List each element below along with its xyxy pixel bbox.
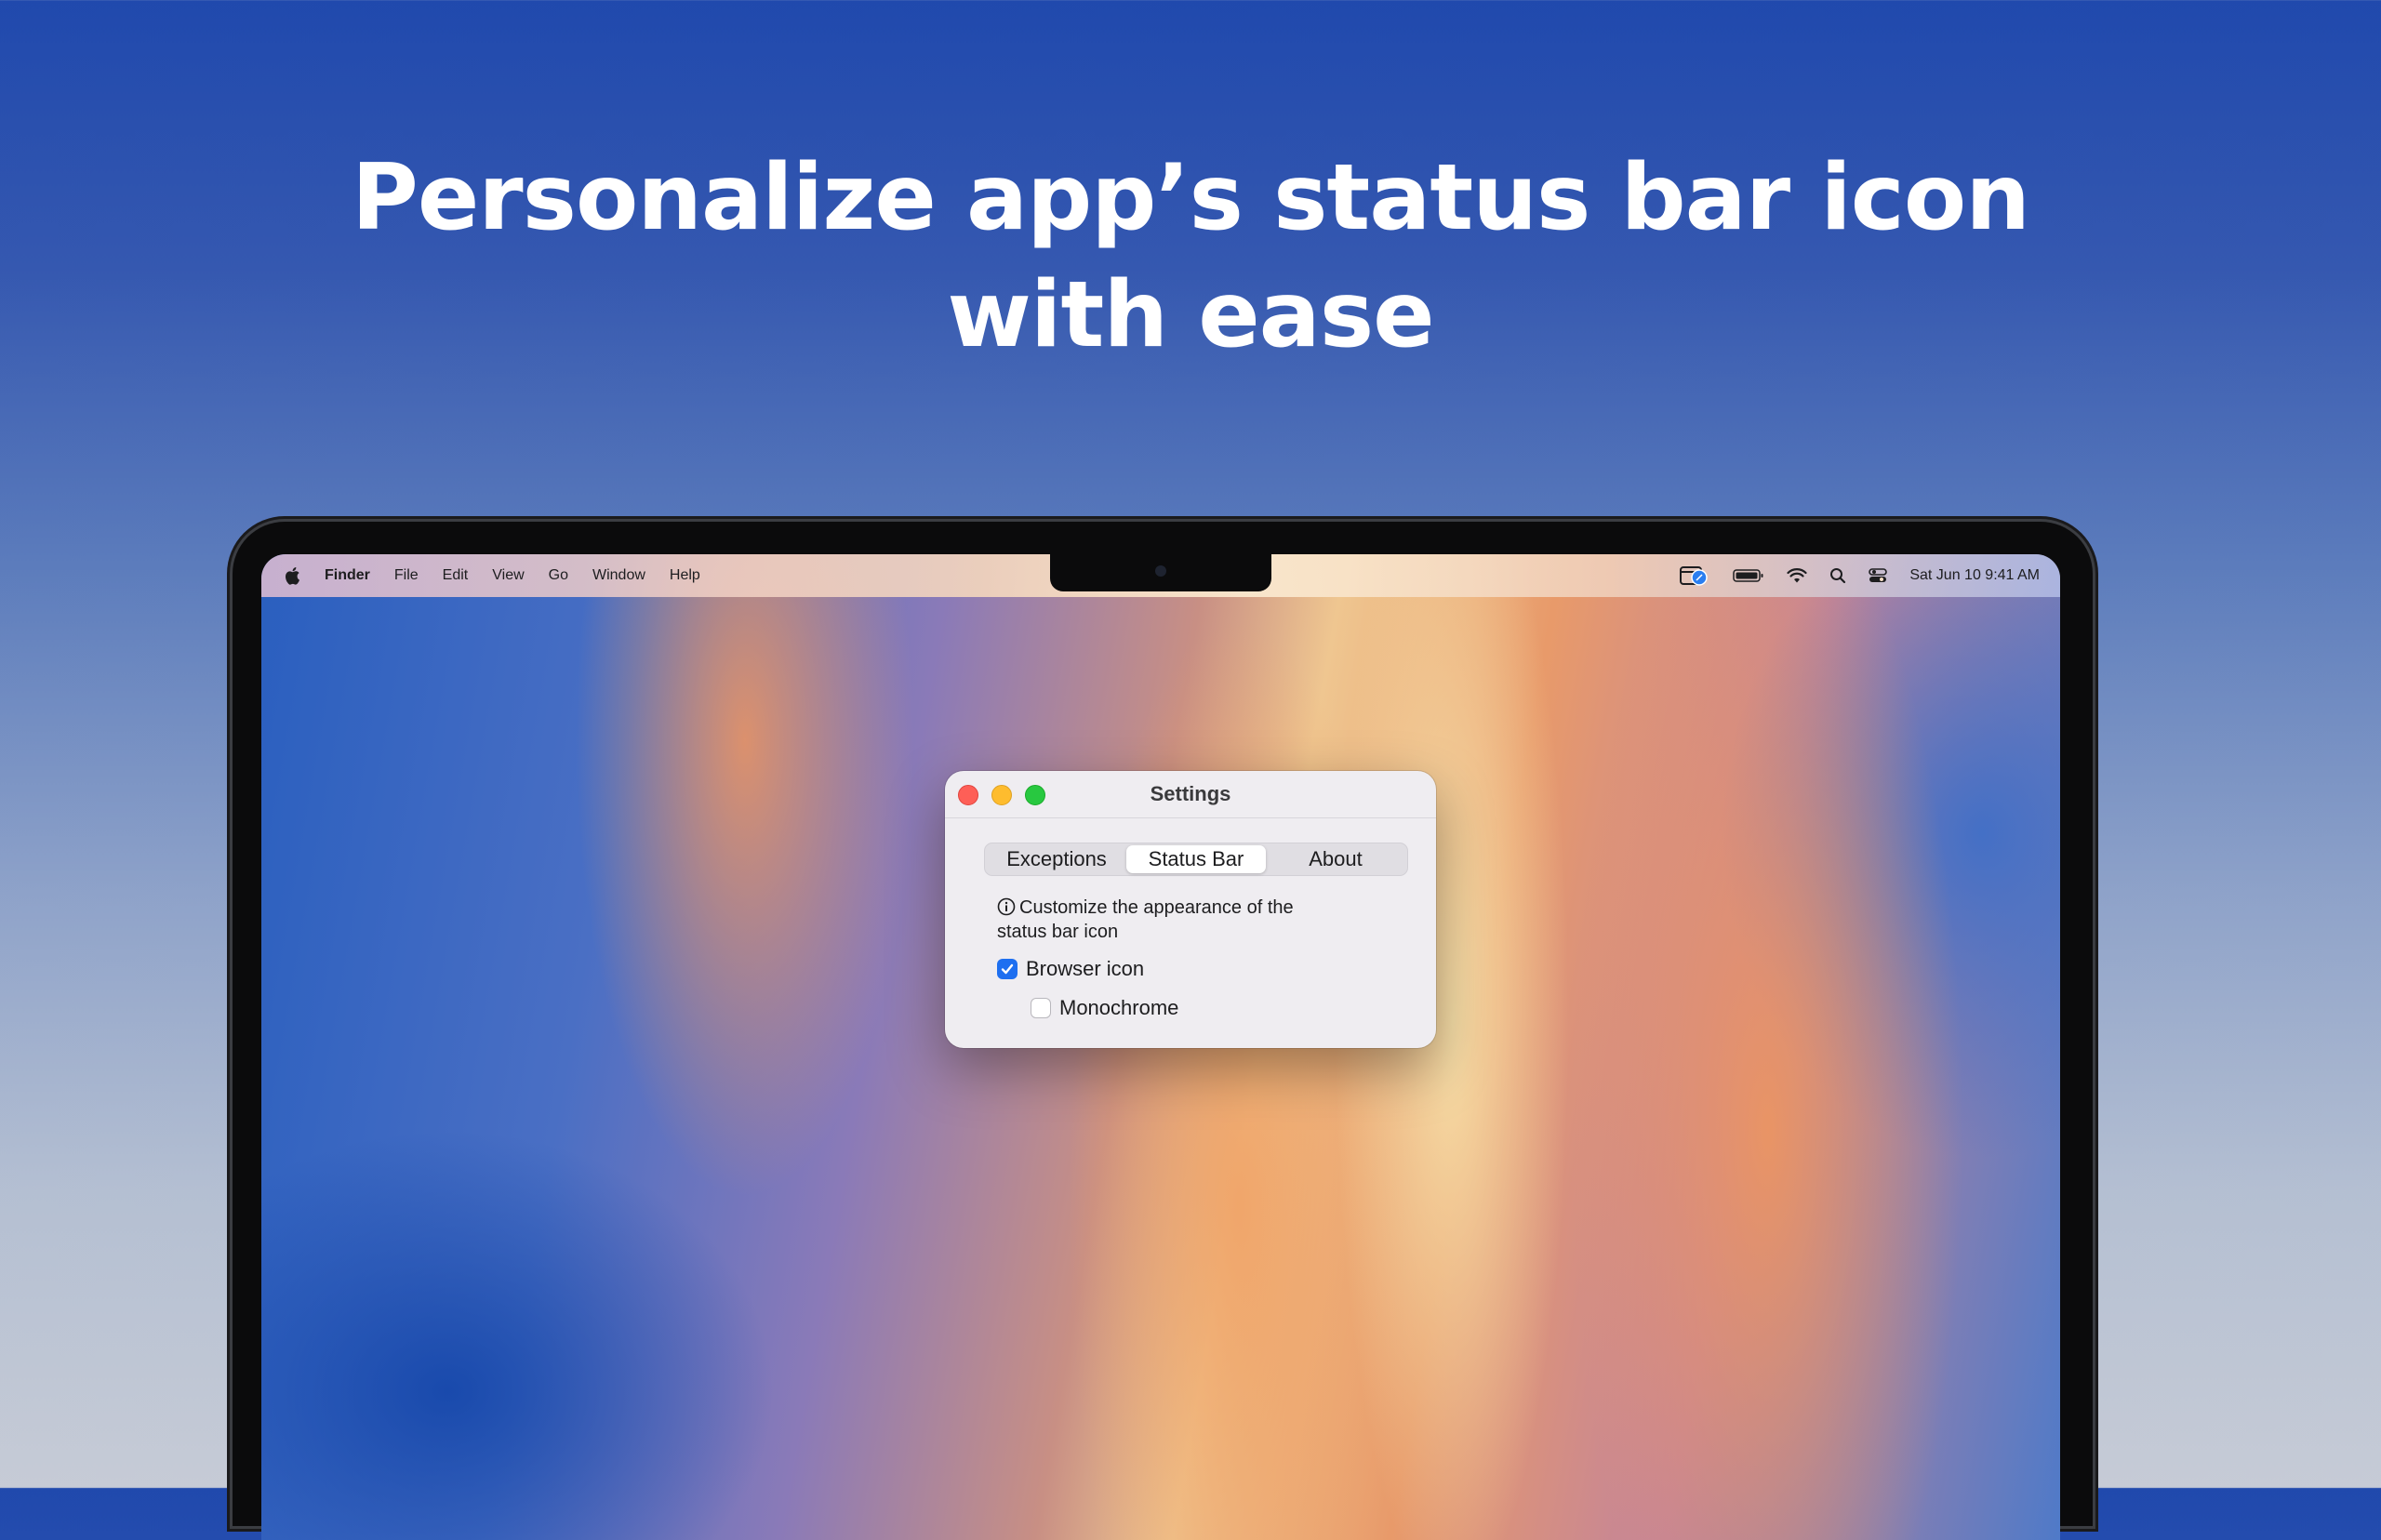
menu-clock[interactable]: Sat Jun 10 9:41 AM (1909, 567, 2040, 584)
tab-exceptions[interactable]: Exceptions (987, 845, 1126, 873)
info-line-2: status bar icon (997, 922, 1119, 942)
browser-status-icon[interactable] (1679, 564, 1710, 587)
settings-window: Settings Exceptions Status Bar About Cus… (945, 771, 1436, 1048)
control-center-icon[interactable] (1869, 567, 1888, 584)
search-icon[interactable] (1829, 567, 1846, 584)
browser-icon-checkbox[interactable] (997, 959, 1018, 979)
window-title: Settings (1150, 782, 1231, 805)
menu-help[interactable]: Help (670, 567, 700, 584)
menu-view[interactable]: View (492, 567, 524, 584)
headline-line-1: Personalize app’s status bar icon (352, 145, 2030, 251)
menu-app-name[interactable]: Finder (325, 567, 370, 584)
wifi-icon[interactable] (1787, 567, 1807, 584)
info-line-1: Customize the appearance of the (1019, 897, 1294, 918)
monochrome-option[interactable]: Monochrome (1031, 996, 1178, 1020)
tab-status-bar[interactable]: Status Bar (1126, 845, 1266, 873)
menu-file[interactable]: File (394, 567, 419, 584)
info-icon (997, 897, 1016, 916)
menu-edit[interactable]: Edit (443, 567, 469, 584)
camera-icon (1155, 565, 1166, 577)
headline: Personalize app’s status bar icon with e… (0, 139, 2381, 374)
apple-logo-icon[interactable] (284, 566, 300, 585)
headline-line-2: with ease (947, 262, 1434, 368)
browser-icon-option[interactable]: Browser icon (997, 957, 1144, 981)
info-text: Customize the appearance of the status b… (997, 896, 1388, 944)
tab-segmented-control: Exceptions Status Bar About (984, 843, 1408, 876)
tab-about[interactable]: About (1266, 845, 1405, 873)
menu-window[interactable]: Window (592, 567, 645, 584)
checkmark-icon (1001, 963, 1014, 975)
monochrome-checkbox[interactable] (1031, 998, 1051, 1018)
window-titlebar[interactable]: Settings (945, 771, 1436, 818)
menu-bar: Finder File Edit View Go Window Help Sat… (261, 554, 2060, 597)
monochrome-label[interactable]: Monochrome (1059, 996, 1178, 1020)
menu-go[interactable]: Go (549, 567, 568, 584)
battery-icon[interactable] (1733, 568, 1764, 583)
browser-icon-label[interactable]: Browser icon (1026, 957, 1144, 981)
camera-notch (1050, 554, 1271, 591)
